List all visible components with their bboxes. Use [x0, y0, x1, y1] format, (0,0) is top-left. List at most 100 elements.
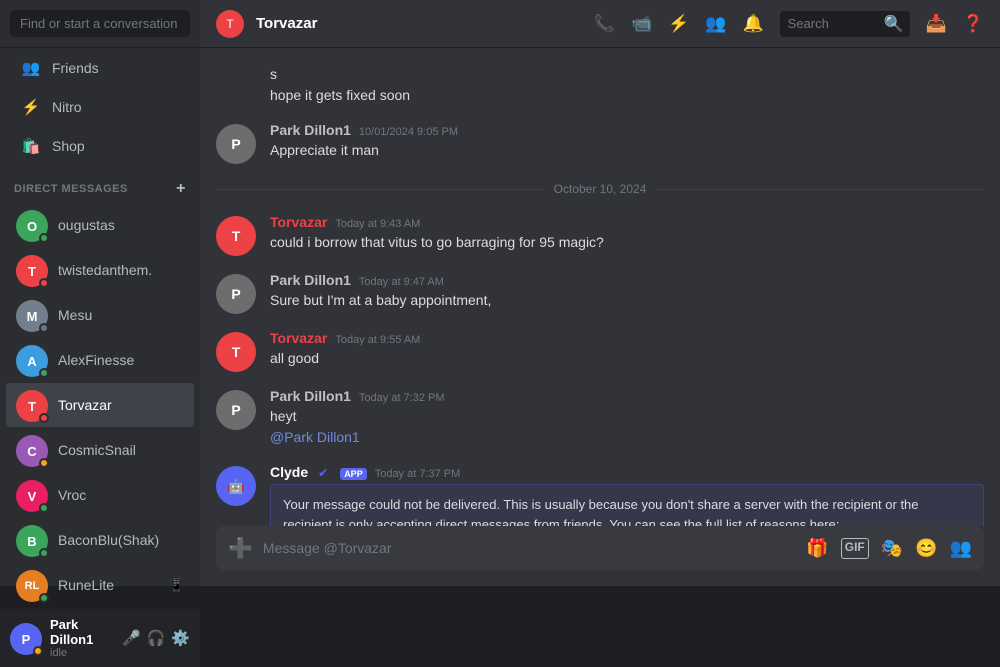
- header-search[interactable]: 🔍: [780, 11, 910, 37]
- add-friends-icon[interactable]: 👥: [705, 14, 726, 34]
- settings-button[interactable]: ⚙️: [171, 629, 190, 647]
- message-input-box: ➕ 🎁 GIF 🎭 😊 👥: [216, 526, 984, 570]
- msg-content-0: shope it gets fixed soon: [270, 62, 984, 106]
- msg-content-3: Park Dillon1 Today at 9:47 AM Sure but I…: [270, 272, 984, 314]
- messages-list: shope it gets fixed soon P Park Dillon1 …: [200, 48, 1000, 526]
- main-chat: T Torvazar 📞 📹 ⚡ 👥 🔔 🔍 📥 ❓ shope it gets…: [200, 0, 1000, 586]
- date-label-1: October 10, 2024: [554, 182, 647, 196]
- dm-item-bacon[interactable]: B BaconBlu(Shak): [6, 518, 194, 562]
- find-conversation-input[interactable]: Find or start a conversation: [10, 10, 190, 37]
- sidebar-item-shop[interactable]: 🛍️ Shop: [6, 127, 194, 165]
- msg-author-6: Clyde: [270, 464, 308, 480]
- dm-item-ougustas[interactable]: O ougustas: [6, 203, 194, 247]
- msg-time-6: Today at 7:37 PM: [375, 468, 461, 480]
- dm-item-mesu[interactable]: M Mesu: [6, 293, 194, 337]
- avatar-ougustas: O: [16, 210, 48, 242]
- deafen-button[interactable]: 🎧: [147, 629, 166, 647]
- dm-name-cosmic: CosmicSnail: [58, 442, 136, 458]
- dm-item-twisted[interactable]: T twistedanthem.: [6, 248, 194, 292]
- msg-header-2: Torvazar Today at 9:43 AM: [270, 214, 984, 230]
- profile-icon[interactable]: 🔔: [742, 14, 763, 34]
- help-icon[interactable]: ❓: [963, 14, 984, 34]
- dm-name-twisted: twistedanthem.: [58, 262, 152, 278]
- gif-button[interactable]: GIF: [841, 538, 869, 559]
- user-area: P Park Dillon1 idle 🎤 🎧 ⚙️: [0, 608, 200, 667]
- avatar-park-5: P: [216, 390, 256, 430]
- msg-content-6: Clyde ✔ APP Today at 7:37 PM Your messag…: [270, 464, 984, 526]
- dm-name-ougustas: ougustas: [58, 217, 115, 233]
- friends-icon: 👥: [20, 57, 42, 79]
- message-group-2: T Torvazar Today at 9:43 AM could i borr…: [216, 210, 984, 260]
- avatar-torvazar-4: T: [216, 332, 256, 372]
- emoji-icon[interactable]: 😊: [915, 538, 937, 559]
- header-search-input[interactable]: [788, 16, 878, 31]
- msg-text-5: heyt @Park Dillon1: [270, 406, 984, 448]
- avatar-vroc: V: [16, 480, 48, 512]
- shop-icon: 🛍️: [20, 135, 42, 157]
- msg-content-4: Torvazar Today at 9:55 AM all good: [270, 330, 984, 372]
- sidebar-nav: 👥 Friends ⚡ Nitro 🛍️ Shop: [0, 48, 200, 166]
- dm-item-cosmic[interactable]: C CosmicSnail: [6, 428, 194, 472]
- verified-icon: ✔: [318, 466, 328, 480]
- inbox-icon[interactable]: 📥: [926, 14, 947, 34]
- sidebar-item-nitro[interactable]: ⚡ Nitro: [6, 88, 194, 126]
- msg-time-4: Today at 9:55 AM: [335, 334, 420, 346]
- activity-icon[interactable]: ⚡: [668, 14, 689, 34]
- msg-content-2: Torvazar Today at 9:43 AM could i borrow…: [270, 214, 984, 256]
- mention-park: @Park Dillon1: [270, 429, 360, 445]
- msg-header-5: Park Dillon1 Today at 7:32 PM: [270, 388, 984, 404]
- dm-name-alex: AlexFinesse: [58, 352, 134, 368]
- system-msg-text: Your message could not be delivered. Thi…: [283, 497, 919, 526]
- message-group-1: P Park Dillon1 10/01/2024 9:05 PM Apprec…: [216, 118, 984, 168]
- dm-item-alex[interactable]: A AlexFinesse: [6, 338, 194, 382]
- msg-spacer: [216, 62, 256, 106]
- user-area-info: Park Dillon1 idle: [50, 617, 114, 659]
- people-icon[interactable]: 👥: [950, 538, 972, 559]
- message-group-5: P Park Dillon1 Today at 7:32 PM heyt @Pa…: [216, 384, 984, 452]
- dm-name-torvazar: Torvazar: [58, 397, 112, 413]
- call-icon[interactable]: 📞: [594, 14, 615, 34]
- sticker-icon[interactable]: 🎭: [881, 538, 903, 559]
- message-group-0: shope it gets fixed soon: [216, 58, 984, 110]
- mute-button[interactable]: 🎤: [122, 629, 141, 647]
- msg-author-3: Park Dillon1: [270, 272, 351, 288]
- avatar-clyde-6: 🤖: [216, 466, 256, 506]
- msg-author-5: Park Dillon1: [270, 388, 351, 404]
- runelite-extra-icon: 📱: [169, 578, 184, 592]
- avatar-cosmic: C: [16, 435, 48, 467]
- msg-content-1: Park Dillon1 10/01/2024 9:05 PM Apprecia…: [270, 122, 984, 164]
- msg-time-5: Today at 7:32 PM: [359, 392, 445, 404]
- dm-item-torvazar[interactable]: T Torvazar: [6, 383, 194, 427]
- sidebar-item-friends[interactable]: 👥 Friends: [6, 49, 194, 87]
- video-icon[interactable]: 📹: [631, 14, 652, 34]
- find-placeholder: Find or start a conversation: [20, 16, 178, 31]
- header-icons: 📞 📹 ⚡ 👥 🔔 🔍 📥 ❓: [594, 11, 984, 37]
- msg-text-4: all good: [270, 348, 984, 369]
- avatar-runelite: RL: [16, 570, 48, 602]
- attach-icon[interactable]: ➕: [228, 536, 253, 561]
- msg-header-3: Park Dillon1 Today at 9:47 AM: [270, 272, 984, 288]
- gift-icon[interactable]: 🎁: [806, 538, 828, 559]
- msg-text-2: could i borrow that vitus to go barragin…: [270, 232, 984, 253]
- system-message-box: Your message could not be delivered. Thi…: [270, 484, 984, 526]
- dm-item-vroc[interactable]: V Vroc: [6, 473, 194, 517]
- avatar-torvazar-2: T: [216, 216, 256, 256]
- chat-header-name: Torvazar: [256, 15, 317, 32]
- sidebar: Find or start a conversation 👥 Friends ⚡…: [0, 0, 200, 586]
- msg-time-1: 10/01/2024 9:05 PM: [359, 126, 458, 138]
- add-dm-button[interactable]: +: [176, 180, 186, 198]
- avatar-mesu: M: [16, 300, 48, 332]
- msg-header-4: Torvazar Today at 9:55 AM: [270, 330, 984, 346]
- dm-item-runelite[interactable]: RL RuneLite 📱: [6, 563, 194, 607]
- msg-text-0: shope it gets fixed soon: [270, 64, 984, 106]
- current-user-status: idle: [50, 647, 114, 659]
- dm-list: O ougustas T twistedanthem. M Mesu A Ale…: [0, 202, 200, 608]
- msg-author-2: Torvazar: [270, 214, 327, 230]
- msg-header-6: Clyde ✔ APP Today at 7:37 PM: [270, 464, 984, 480]
- dm-name-runelite: RuneLite: [58, 577, 114, 593]
- avatar-bacon: B: [16, 525, 48, 557]
- message-input[interactable]: [263, 540, 796, 556]
- friends-label: Friends: [52, 60, 99, 76]
- msg-text-3: Sure but I'm at a baby appointment,: [270, 290, 984, 311]
- message-group-3: P Park Dillon1 Today at 9:47 AM Sure but…: [216, 268, 984, 318]
